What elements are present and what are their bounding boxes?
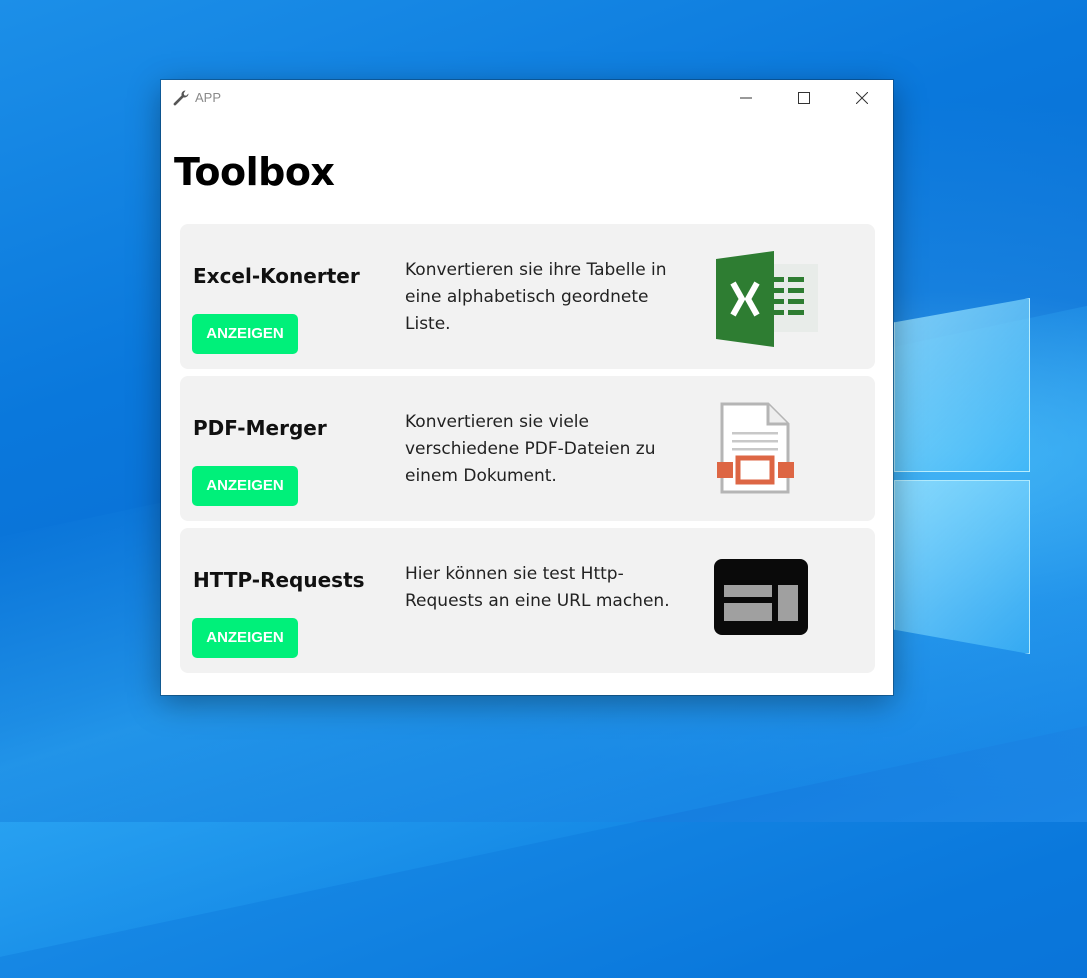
card-description: Konvertieren sie ihre Tabelle in eine al… [405, 260, 667, 334]
show-http-button[interactable]: ANZEIGEN [192, 618, 298, 658]
minimize-button[interactable] [717, 80, 775, 116]
title-bar[interactable]: APP [161, 80, 893, 116]
web-page-icon [714, 559, 808, 639]
tool-card-http: HTTP-Requests ANZEIGEN Hier können sie t… [180, 528, 875, 673]
app-window: APP Toolbox Excel-Konerter ANZEIGEN Konv… [161, 80, 893, 695]
card-description: Hier können sie test Http-Requests an ei… [405, 564, 670, 611]
close-button[interactable] [833, 80, 891, 116]
show-excel-button[interactable]: ANZEIGEN [192, 314, 298, 354]
card-title: Excel-Konerter [193, 264, 360, 288]
maximize-button[interactable] [775, 80, 833, 116]
window-title: APP [195, 90, 222, 105]
wrench-icon [172, 89, 190, 107]
page-title: Toolbox [174, 150, 335, 194]
pdf-document-icon [716, 402, 796, 498]
card-title: PDF-Merger [193, 416, 327, 440]
windows-logo [894, 298, 1030, 654]
show-pdf-button[interactable]: ANZEIGEN [192, 466, 298, 506]
maximize-icon [798, 92, 810, 104]
card-description: Konvertieren sie viele verschiedene PDF-… [405, 412, 656, 486]
tool-card-pdf: PDF-Merger ANZEIGEN Konvertieren sie vie… [180, 376, 875, 521]
card-title: HTTP-Requests [193, 568, 365, 592]
excel-icon [716, 251, 818, 351]
close-icon [856, 92, 868, 104]
minimize-icon [740, 97, 752, 99]
tool-card-excel: Excel-Konerter ANZEIGEN Konvertieren sie… [180, 224, 875, 369]
